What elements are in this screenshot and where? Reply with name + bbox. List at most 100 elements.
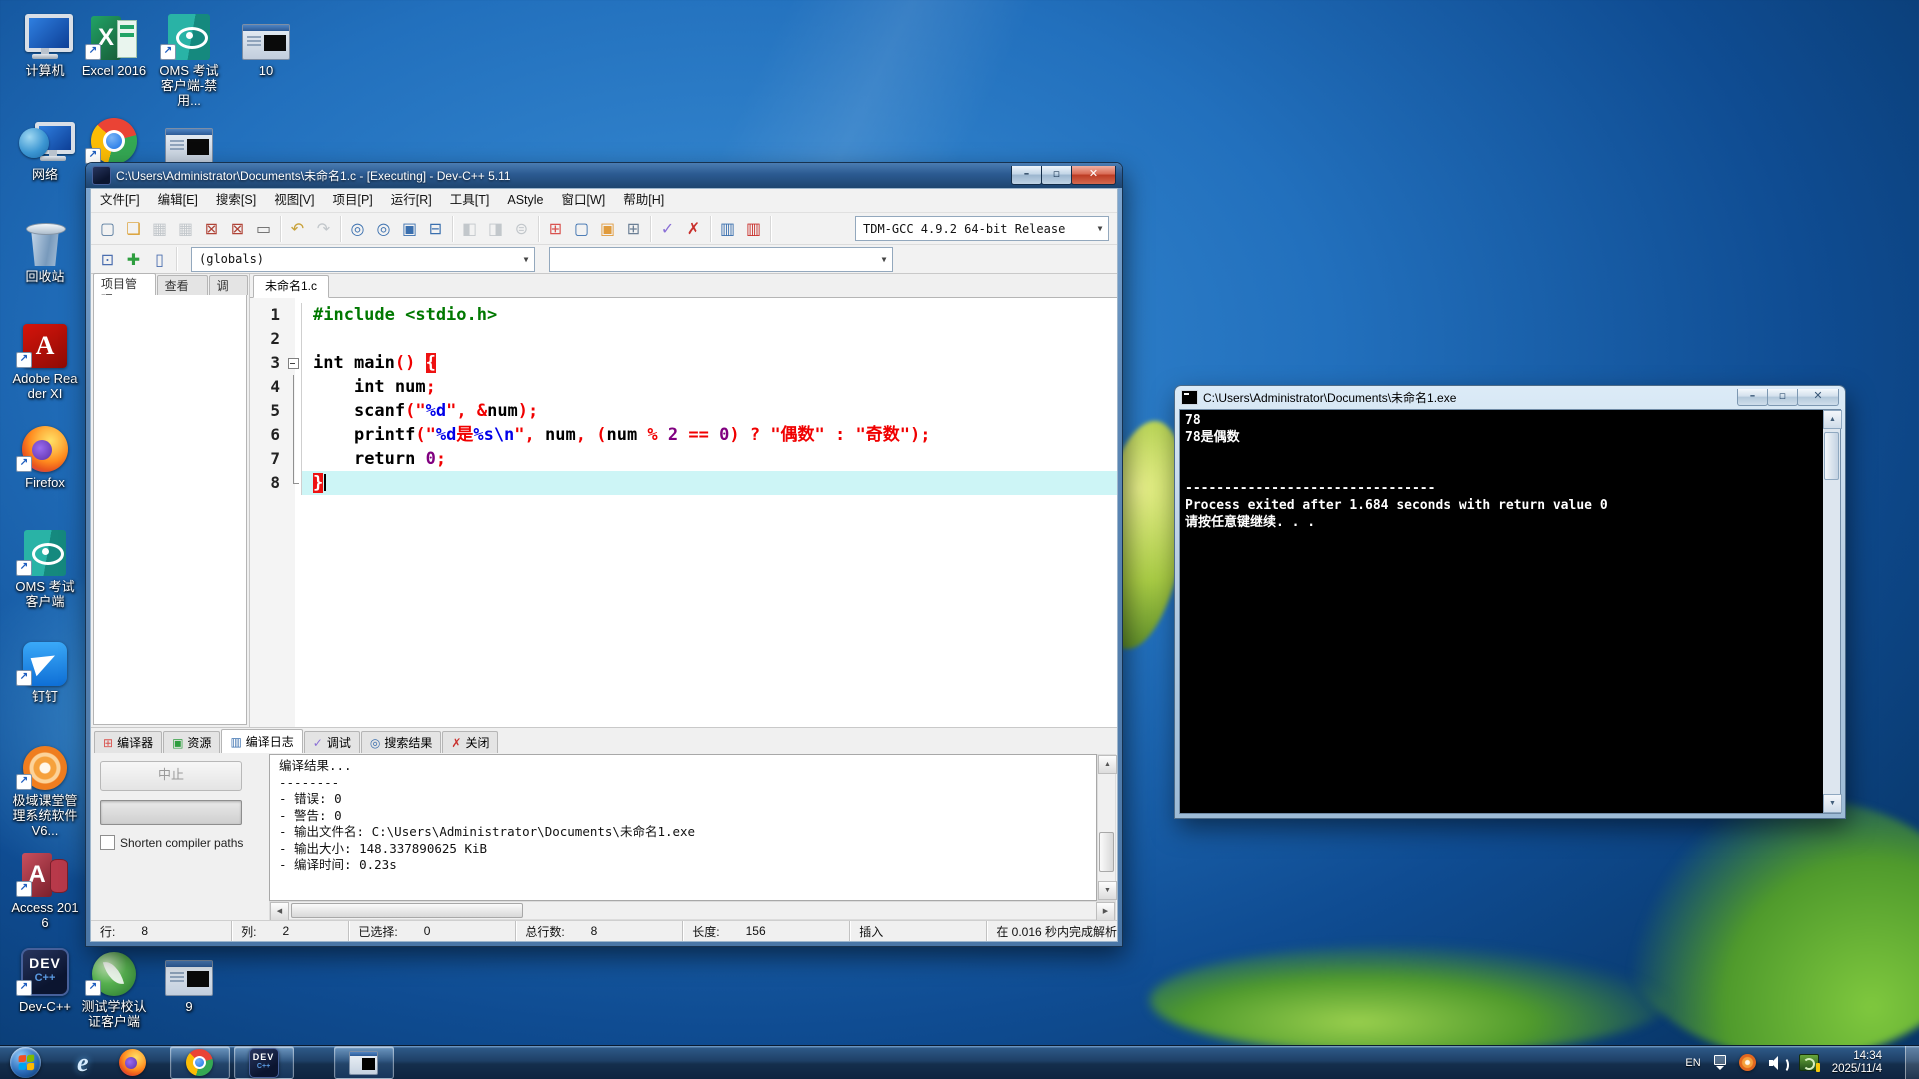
- undo-icon[interactable]: ↶: [285, 216, 310, 241]
- desktop-icon-devcpp[interactable]: DEV C++ ↗ Dev-C++: [10, 944, 80, 1014]
- bottom-tab[interactable]: ◎ 搜索结果: [360, 731, 442, 753]
- panel-tab[interactable]: 项目管理: [93, 273, 156, 307]
- desktop-icon-firefox[interactable]: ↗ Firefox: [10, 420, 80, 490]
- console-output[interactable]: 78 78是偶数 --------------------------------…: [1180, 410, 1823, 813]
- add-watch-icon[interactable]: ✚: [121, 247, 146, 272]
- scrollbar-thumb[interactable]: [291, 903, 523, 918]
- scroll-right-icon[interactable]: ▶: [1096, 902, 1115, 921]
- desktop-icon-jiyu[interactable]: ↗ 极域课堂管理系统软件V6...: [10, 738, 80, 838]
- replace-icon[interactable]: ▣: [397, 216, 422, 241]
- code-line[interactable]: 6 printf("%d是%s\n", num, (num % 2 == 0) …: [250, 423, 1117, 447]
- desktop-icon-recycle-bin[interactable]: 回收站: [10, 214, 80, 284]
- bottom-tab[interactable]: ✗ 关闭: [442, 731, 499, 753]
- code-line[interactable]: 5 scanf("%d", &num);: [250, 399, 1117, 423]
- code-line[interactable]: 4 int num;: [250, 375, 1117, 399]
- jiyu-tray-icon[interactable]: [1738, 1054, 1756, 1071]
- panel-tab[interactable]: 调试: [208, 275, 248, 309]
- menu-item[interactable]: 编辑[E]: [149, 189, 207, 212]
- run-icon[interactable]: ◨: [483, 216, 508, 241]
- members-select[interactable]: ▼: [549, 246, 893, 272]
- devcpp-titlebar[interactable]: C:\Users\Administrator\Documents\未命名1.c …: [86, 163, 1122, 188]
- desktop-icon-oms-client[interactable]: ↗ OMS 考试客户端: [10, 524, 80, 609]
- nvidia-tray-icon[interactable]: [1798, 1054, 1820, 1072]
- shorten-paths-checkbox[interactable]: [100, 835, 115, 850]
- project-options-icon[interactable]: ▣: [595, 216, 620, 241]
- chevron-down-icon[interactable]: ▼: [1092, 224, 1108, 233]
- desktop-icon-screenshot-10[interactable]: 10: [231, 8, 301, 78]
- compile-run-icon[interactable]: ⊜: [509, 216, 534, 241]
- code-line[interactable]: 1 #include <stdio.h>: [250, 303, 1117, 327]
- menu-item[interactable]: 帮助[H]: [614, 189, 673, 212]
- menu-item[interactable]: 文件[F]: [91, 189, 149, 212]
- redo-icon[interactable]: ↷: [311, 216, 336, 241]
- minimize-button[interactable]: –: [1011, 166, 1042, 185]
- desktop-icon-access[interactable]: A ↗ Access 2016: [10, 845, 80, 930]
- bottom-tab[interactable]: ⊞ 编译器: [94, 731, 163, 753]
- menu-item[interactable]: 视图[V]: [265, 189, 323, 212]
- close-button[interactable]: ✕: [1797, 389, 1839, 406]
- scroll-down-icon[interactable]: ▼: [1098, 881, 1117, 900]
- scroll-down-icon[interactable]: ▼: [1823, 794, 1842, 813]
- chevron-down-icon[interactable]: ▼: [518, 255, 534, 264]
- code-text[interactable]: int num;: [302, 375, 1117, 399]
- panel-tab[interactable]: 查看类: [156, 275, 208, 309]
- desktop-icon-oms-disabled[interactable]: ↗ OMS 考试客户端-禁用...: [154, 8, 224, 108]
- find-next-icon[interactable]: ◎: [371, 216, 396, 241]
- print-icon[interactable]: ▭: [251, 216, 276, 241]
- code-editor[interactable]: 1 #include <stdio.h> 2 3 int main() {4 int n…: [250, 298, 1117, 727]
- clock[interactable]: 14:34 2025/11/4: [1832, 1050, 1882, 1076]
- code-line[interactable]: 3 int main() {: [250, 351, 1117, 375]
- abort-button[interactable]: 中止: [100, 761, 242, 791]
- globals-select[interactable]: (globals) ▼: [191, 246, 535, 272]
- save-all-icon[interactable]: ▦: [173, 216, 198, 241]
- close-all-icon[interactable]: ⊠: [225, 216, 250, 241]
- code-line[interactable]: 8}: [250, 471, 1117, 495]
- language-indicator[interactable]: EN: [1685, 1057, 1700, 1069]
- minimize-button[interactable]: –: [1737, 389, 1768, 406]
- fold-marker[interactable]: [286, 351, 302, 375]
- close-file-icon[interactable]: ⊠: [199, 216, 224, 241]
- desktop-icon-screenshot-9[interactable]: 9: [154, 944, 224, 1014]
- menu-item[interactable]: 运行[R]: [382, 189, 441, 212]
- console-titlebar[interactable]: C:\Users\Administrator\Documents\未命名1.ex…: [1179, 386, 1841, 409]
- desktop-icon-network[interactable]: 网络: [10, 112, 80, 182]
- maximize-button[interactable]: ▫: [1041, 166, 1072, 185]
- project-manager-icon[interactable]: ⊞: [621, 216, 646, 241]
- code-text[interactable]: [302, 327, 1117, 351]
- scroll-left-icon[interactable]: ◀: [270, 902, 289, 921]
- syntax-check-icon[interactable]: ✓: [655, 216, 680, 241]
- compile-log[interactable]: 编译结果... -------- - 错误: 0- 警告: 0- 输出文件名: C:…: [269, 754, 1097, 901]
- code-text[interactable]: #include <stdio.h>: [302, 303, 1117, 327]
- code-text[interactable]: int main() {: [302, 351, 1117, 375]
- scroll-up-icon[interactable]: ▲: [1098, 755, 1117, 774]
- goto-line-icon[interactable]: ⊟: [423, 216, 448, 241]
- menu-item[interactable]: AStyle: [498, 189, 552, 212]
- taskbar-devcpp[interactable]: DEV C++: [233, 1046, 294, 1079]
- maximize-button[interactable]: ▫: [1767, 389, 1798, 406]
- close-button[interactable]: ✕: [1071, 166, 1116, 185]
- console-scrollbar[interactable]: ▲ ▼: [1823, 410, 1842, 813]
- desktop-icon-adobe-reader[interactable]: A ↗ Adobe Reader XI: [10, 316, 80, 401]
- desktop-icon-school-cert[interactable]: ↗ 测试学校认证客户端: [79, 944, 149, 1029]
- show-desktop-button[interactable]: [1905, 1046, 1919, 1079]
- project-tree[interactable]: [93, 295, 247, 725]
- log-vertical-scrollbar[interactable]: ▲ ▼: [1097, 754, 1117, 901]
- scrollbar-thumb[interactable]: [1099, 832, 1114, 872]
- code-text[interactable]: return 0;: [302, 447, 1117, 471]
- taskbar-firefox[interactable]: [118, 1047, 146, 1078]
- code-text[interactable]: }: [302, 471, 1117, 495]
- desktop-icon-computer[interactable]: 计算机: [10, 8, 80, 78]
- code-line[interactable]: 2: [250, 327, 1117, 351]
- start-button[interactable]: [0, 1047, 41, 1078]
- menu-item[interactable]: 窗口[W]: [553, 189, 615, 212]
- code-line[interactable]: 7 return 0;: [250, 447, 1117, 471]
- save-file-icon[interactable]: ▦: [147, 216, 172, 241]
- menu-item[interactable]: 搜索[S]: [207, 189, 265, 212]
- open-project-icon[interactable]: ▢: [569, 216, 594, 241]
- scrollbar-thumb[interactable]: [1824, 432, 1839, 480]
- chevron-down-icon[interactable]: ▼: [876, 255, 892, 264]
- new-project-icon[interactable]: ⊞: [543, 216, 568, 241]
- desktop-icon-excel[interactable]: X ↗ Excel 2016: [79, 8, 149, 78]
- abort-compilation-icon[interactable]: ✗: [681, 216, 706, 241]
- view-item-icon[interactable]: ▯: [147, 247, 172, 272]
